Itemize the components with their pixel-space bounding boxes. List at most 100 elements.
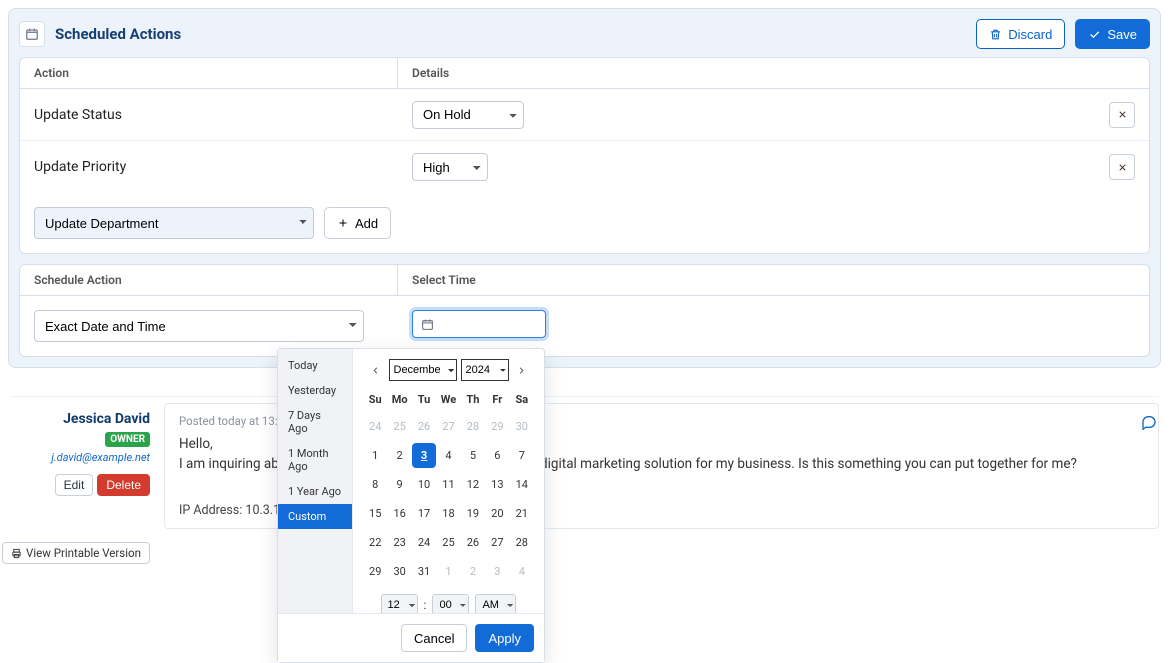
cal-dow: Su [363, 389, 387, 410]
year-select[interactable]: 2024 [461, 359, 509, 381]
cal-day[interactable]: 6 [485, 443, 509, 468]
cal-day[interactable]: 18 [436, 501, 460, 526]
cal-day[interactable]: 24 [363, 414, 387, 439]
panel-title: Scheduled Actions [55, 25, 966, 43]
cal-day[interactable]: 31 [412, 559, 436, 584]
preset-item[interactable]: 1 Year Ago [278, 479, 352, 504]
remove-row-button[interactable] [1109, 102, 1135, 128]
cal-day[interactable]: 21 [510, 501, 534, 526]
schedule-table-head: Schedule Action Select Time [20, 265, 1149, 296]
add-label: Add [355, 216, 378, 231]
cal-dow: Tu [412, 389, 436, 410]
datepicker-popover: TodayYesterday7 Days Ago1 Month Ago1 Yea… [277, 348, 545, 663]
cal-day[interactable]: 10 [412, 472, 436, 497]
owner-badge: OWNER [105, 432, 150, 447]
delete-button[interactable]: Delete [97, 474, 150, 496]
action-value-select[interactable]: On Hold [412, 101, 524, 129]
preset-item[interactable]: Custom [278, 504, 352, 529]
add-button[interactable]: Add [324, 207, 391, 239]
cal-day[interactable]: 29 [485, 414, 509, 439]
cal-day[interactable]: 30 [510, 414, 534, 439]
panel-header: Scheduled Actions Discard Save [19, 19, 1150, 49]
cal-day[interactable]: 7 [510, 443, 534, 468]
cal-day[interactable]: 29 [363, 559, 387, 584]
datepicker-apply-button[interactable]: Apply [475, 624, 534, 652]
cal-day[interactable]: 19 [461, 501, 485, 526]
cal-day[interactable]: 30 [387, 559, 411, 584]
cal-day[interactable]: 14 [510, 472, 534, 497]
edit-button[interactable]: Edit [55, 474, 94, 496]
cal-day[interactable]: 1 [436, 559, 460, 584]
action-row: Update Priority High [20, 141, 1149, 193]
cal-day[interactable]: 4 [436, 443, 460, 468]
cal-day[interactable]: 12 [461, 472, 485, 497]
datepicker-cancel-button[interactable]: Cancel [401, 624, 467, 652]
cal-day[interactable]: 22 [363, 530, 387, 555]
cal-day[interactable]: 23 [387, 530, 411, 555]
print-icon [11, 548, 22, 559]
cal-day[interactable]: 4 [510, 559, 534, 584]
cal-day[interactable]: 24 [412, 530, 436, 555]
new-action-select[interactable]: Update Department [34, 207, 314, 239]
discard-button[interactable]: Discard [976, 19, 1065, 49]
cal-day[interactable]: 2 [461, 559, 485, 584]
date-input[interactable] [412, 310, 546, 338]
cal-day[interactable]: 25 [436, 530, 460, 555]
action-row: Update Status On Hold [20, 89, 1149, 141]
discard-label: Discard [1008, 27, 1052, 42]
cal-day[interactable]: 27 [485, 530, 509, 555]
col-header-schedule: Schedule Action [20, 265, 398, 295]
save-label: Save [1107, 27, 1137, 42]
cal-day[interactable]: 25 [387, 414, 411, 439]
cal-day[interactable]: 1 [363, 443, 387, 468]
cal-day[interactable]: 11 [436, 472, 460, 497]
preset-item[interactable]: 1 Month Ago [278, 441, 352, 479]
cal-day[interactable]: 2 [387, 443, 411, 468]
cal-day[interactable]: 8 [363, 472, 387, 497]
cal-day[interactable]: 28 [461, 414, 485, 439]
col-header-time: Select Time [398, 265, 1149, 295]
cal-day[interactable]: 13 [485, 472, 509, 497]
chevron-right-icon [516, 365, 527, 376]
cal-day[interactable]: 16 [387, 501, 411, 526]
actions-table-head: Action Details [20, 58, 1149, 89]
printable-button[interactable]: View Printable Version [2, 542, 150, 564]
calendar-icon [19, 21, 45, 47]
col-header-action: Action [20, 58, 398, 88]
cal-day[interactable]: 5 [461, 443, 485, 468]
cal-day[interactable]: 9 [387, 472, 411, 497]
preset-item[interactable]: 7 Days Ago [278, 403, 352, 441]
cal-day[interactable]: 27 [436, 414, 460, 439]
next-month-button[interactable] [513, 361, 531, 379]
schedule-mode-select[interactable]: Exact Date and Time [34, 310, 364, 342]
preset-item[interactable]: Yesterday [278, 378, 352, 403]
message-email[interactable]: j.david@example.net [10, 451, 150, 464]
cal-dow: Sa [510, 389, 534, 410]
schedule-table: Schedule Action Select Time Exact Date a… [19, 264, 1150, 357]
save-button[interactable]: Save [1075, 19, 1150, 49]
preset-item[interactable]: Today [278, 353, 352, 378]
cal-dow: We [436, 389, 460, 410]
check-icon [1088, 28, 1101, 41]
action-value-select[interactable]: High [412, 153, 488, 181]
cal-dow: Fr [485, 389, 509, 410]
close-icon [1117, 162, 1128, 173]
remove-row-button[interactable] [1109, 154, 1135, 180]
cal-day[interactable]: 3 [412, 443, 436, 468]
cal-day[interactable]: 26 [412, 414, 436, 439]
col-header-details: Details [398, 58, 1149, 88]
message-user: Jessica David [10, 411, 150, 427]
month-select[interactable]: December [389, 359, 457, 381]
preset-list: TodayYesterday7 Days Ago1 Month Ago1 Yea… [278, 349, 353, 613]
calendar-grid: SuMoTuWeThFrSa24252627282930123456789101… [363, 389, 534, 584]
cal-day[interactable]: 17 [412, 501, 436, 526]
action-label: Update Priority [20, 151, 398, 183]
prev-month-button[interactable] [367, 361, 385, 379]
cal-day[interactable]: 26 [461, 530, 485, 555]
chat-icon[interactable] [1141, 414, 1157, 434]
cal-day[interactable]: 15 [363, 501, 387, 526]
cal-day[interactable]: 20 [485, 501, 509, 526]
cal-day[interactable]: 28 [510, 530, 534, 555]
action-label: Update Status [20, 99, 398, 131]
cal-day[interactable]: 3 [485, 559, 509, 584]
